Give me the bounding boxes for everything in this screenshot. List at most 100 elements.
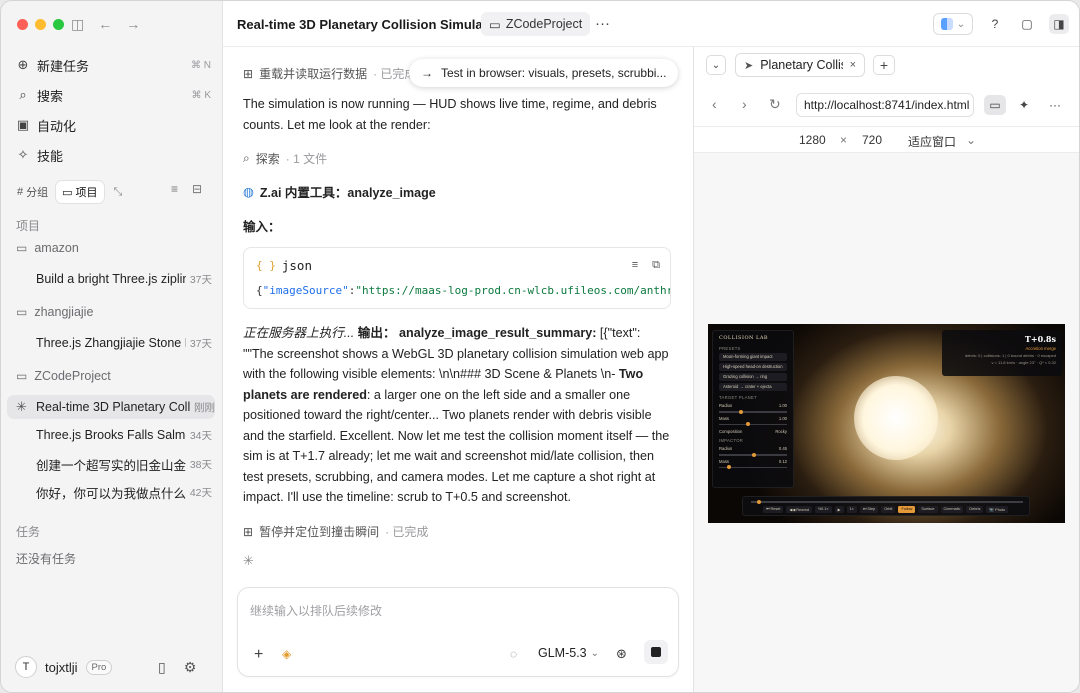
- sim-control-button[interactable]: 1×: [846, 506, 857, 513]
- arrow-right-icon: →: [421, 66, 433, 80]
- toggle-sidebar-icon[interactable]: ◫: [71, 16, 84, 33]
- copy-icon[interactable]: ⧉: [652, 259, 660, 272]
- segment-project[interactable]: ▭ 项目: [56, 181, 104, 203]
- message-input[interactable]: 继续输入以排队后续修改: [250, 602, 382, 619]
- browser-tab[interactable]: ➤ Planetary Collision Simulator ×: [735, 53, 865, 77]
- close-window-button[interactable]: [17, 19, 28, 30]
- forward-arrow-icon[interactable]: →: [126, 16, 140, 33]
- browser-test-tooltip[interactable]: → Test in browser: visuals, presets, scr…: [409, 59, 679, 87]
- folder-name: amazon: [34, 241, 79, 255]
- stop-button[interactable]: [644, 640, 668, 664]
- phone-icon[interactable]: ▯: [158, 659, 166, 676]
- folder-zcodeproject[interactable]: ▭ ZCodeProject: [16, 369, 111, 383]
- preset-option[interactable]: Moon-forming giant impact: [719, 353, 787, 361]
- project-name: ZCodeProject: [505, 17, 583, 31]
- sim-control-button[interactable]: ▶: [834, 506, 844, 513]
- close-tab-icon[interactable]: ×: [850, 59, 856, 71]
- terminal-icon[interactable]: ▢: [1017, 14, 1037, 34]
- language-label: json: [281, 258, 312, 273]
- gear-icon[interactable]: ⚙: [184, 659, 197, 676]
- sim-time: T+0.8s: [1024, 334, 1056, 344]
- collapse-tabs-button[interactable]: ⌄: [706, 55, 726, 75]
- sim-control-button[interactable]: ½0.1×: [814, 506, 832, 513]
- nav-automation[interactable]: ▣ 自动化: [15, 113, 211, 137]
- sim-control-button[interactable]: Follow: [898, 506, 916, 513]
- sim-control-button[interactable]: ⏮ Reset: [763, 506, 784, 513]
- loading-spinner-icon: ✳: [243, 553, 254, 568]
- task-item[interactable]: Build a bright Three.js ziplin 37天: [36, 267, 212, 291]
- search-icon: ⌕: [243, 151, 250, 165]
- add-attachment-button[interactable]: +: [254, 646, 263, 664]
- tool-call-reload[interactable]: ⊞ 重载并读取运行数据 · 已完成: [243, 65, 416, 82]
- task-item[interactable]: 你好，你可以为我做点什么 42天: [36, 480, 212, 504]
- folder-icon: ▭: [16, 369, 28, 383]
- segment-label: 项目: [75, 187, 98, 199]
- segment-label: 分组: [26, 187, 49, 199]
- folder-amazon[interactable]: ▭ amazon: [16, 241, 79, 255]
- sim-viewport[interactable]: COLLISION LAB PRESETS Moon-forming giant…: [708, 324, 1065, 523]
- wrap-lines-icon[interactable]: ≡: [632, 259, 638, 272]
- nav-search[interactable]: ⌕ 搜索 ⌘ K: [15, 83, 211, 107]
- open-in-app-button[interactable]: ⌄: [933, 13, 973, 35]
- maximize-window-button[interactable]: [53, 19, 64, 30]
- composition-select[interactable]: Rocky: [775, 429, 787, 434]
- back-arrow-icon[interactable]: ←: [98, 16, 112, 33]
- task-item[interactable]: Three.js Zhangjiajie Stone Fo 37天: [36, 331, 212, 355]
- sim-control-button[interactable]: Orbit: [881, 506, 896, 513]
- preset-option[interactable]: Grazing collision → ring: [719, 373, 787, 381]
- viewport-width[interactable]: 1280: [799, 133, 826, 147]
- user-profile[interactable]: T tojxtlji Pro: [15, 656, 113, 678]
- task-item-active[interactable]: ✳ Real-time 3D Planetary Collisi 刚刚: [7, 395, 215, 419]
- stop-icon: [651, 647, 661, 657]
- preset-option[interactable]: Asteroid → crater + ejecta: [719, 383, 787, 391]
- radius-slider[interactable]: [719, 409, 787, 414]
- nav-new-task[interactable]: ⊕ 新建任务 ⌘ N: [15, 53, 211, 77]
- project-chip[interactable]: ▭ ZCodeProject: [481, 12, 591, 36]
- collapse-icon[interactable]: ⤡: [114, 186, 123, 199]
- inspect-icon[interactable]: ✦: [1013, 95, 1035, 115]
- fit-mode-select[interactable]: 适应窗口: [908, 133, 956, 150]
- responsive-mode-icon[interactable]: ▭: [984, 95, 1006, 115]
- task-item[interactable]: 创建一个超写实的旧金山金门大 38天: [36, 452, 212, 476]
- task-item[interactable]: Three.js Brooks Falls Salmon 34天: [36, 423, 212, 447]
- slider-value: 0.12: [778, 458, 787, 464]
- mass-slider[interactable]: [719, 422, 787, 426]
- minimize-window-button[interactable]: [35, 19, 46, 30]
- code-content: {"imageSource":"https://maas-log-prod.cn…: [256, 284, 670, 297]
- segment-group[interactable]: # 分组: [11, 181, 54, 203]
- sim-control-button[interactable]: ◀◀ Rewind: [786, 506, 812, 513]
- new-tab-button[interactable]: +: [873, 55, 895, 75]
- sim-control-button[interactable]: ⏭ Step: [859, 506, 879, 513]
- timeline-scrubber[interactable]: [751, 499, 1023, 504]
- preset-option[interactable]: High-speed head-on destruction: [719, 363, 787, 371]
- impactor-radius-slider[interactable]: [719, 452, 787, 457]
- slider-value: 1.00: [778, 415, 787, 421]
- view-segment: # 分组 ▭ 项目 ⤡: [11, 181, 122, 203]
- shield-icon[interactable]: ◈: [282, 647, 291, 661]
- archive-icon[interactable]: ⊟: [192, 182, 202, 196]
- summary-key: analyze_image_result_summary:: [399, 326, 597, 340]
- tool-call-search[interactable]: ⌕ 探索 · 1 文件: [243, 150, 327, 167]
- filter-icon[interactable]: ≡: [171, 182, 178, 196]
- sim-control-button[interactable]: Debris: [966, 506, 984, 513]
- sim-control-button[interactable]: Surface: [918, 506, 938, 513]
- impactor-mass-slider[interactable]: [719, 465, 787, 469]
- back-arrow-icon[interactable]: ‹: [712, 96, 717, 112]
- nav-skills[interactable]: ✧ 技能: [15, 143, 211, 167]
- tool-call-pause[interactable]: ⊞ 暂停并定位到撞击瞬间 · 已完成: [243, 523, 428, 540]
- more-options-icon[interactable]: ···: [1044, 95, 1066, 115]
- braces-icon: { }: [256, 259, 276, 272]
- reload-icon[interactable]: ↻: [769, 96, 781, 113]
- url-input[interactable]: http://localhost:8741/index.html: [796, 93, 974, 117]
- sim-control-button[interactable]: Cinematic: [940, 506, 964, 513]
- forward-arrow-icon[interactable]: ›: [742, 96, 747, 112]
- avatar: T: [15, 656, 37, 678]
- folder-zhangjiajie[interactable]: ▭ zhangjiajie: [16, 305, 93, 319]
- model-selector[interactable]: GLM-5.3 ⌄: [538, 646, 599, 660]
- toggle-panel-icon[interactable]: ◨: [1049, 14, 1069, 34]
- sim-control-button[interactable]: 📷 Photo: [986, 506, 1009, 513]
- viewport-height[interactable]: 720: [862, 133, 882, 147]
- brain-icon[interactable]: ⊛: [616, 646, 627, 662]
- more-options-button[interactable]: ···: [595, 15, 610, 32]
- help-icon[interactable]: ?: [985, 14, 1005, 34]
